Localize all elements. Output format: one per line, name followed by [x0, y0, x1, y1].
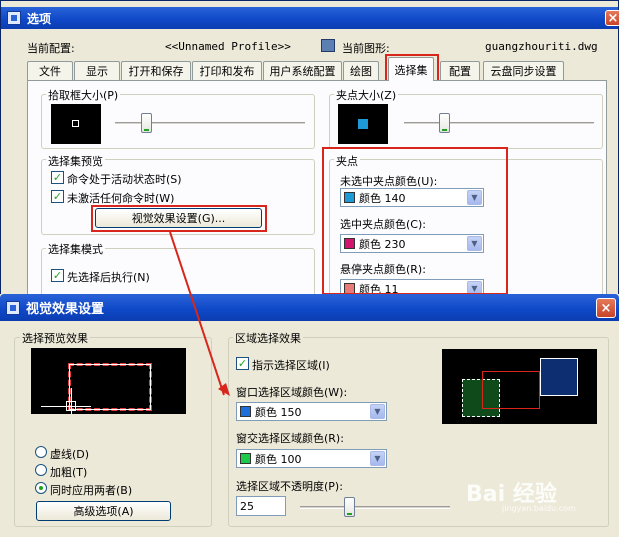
crossing-color-combo[interactable]: 颜色 100 ▼ — [236, 449, 387, 468]
indicate-area-checkbox[interactable]: ✓ — [236, 357, 249, 370]
window-color-swatch — [240, 406, 251, 417]
visual-effects-title: 视觉效果设置 — [26, 302, 105, 317]
tab-files[interactable]: 文件 — [27, 61, 73, 80]
window-color-label: 窗口选择区域颜色(W): — [236, 386, 348, 399]
chevron-down-icon[interactable]: ▼ — [370, 451, 385, 466]
noun-verb-checkbox[interactable]: ✓ — [51, 269, 64, 282]
command-active-checkbox[interactable]: ✓ — [51, 171, 64, 184]
thicken-radio[interactable] — [35, 464, 47, 476]
selection-mode-title: 选择集模式 — [46, 241, 105, 257]
gripsize-title: 夹点大小(Z) — [334, 87, 399, 103]
both-radio-label: 同时应用两者(B) — [50, 484, 133, 497]
current-config-value: <<Unnamed Profile>> — [165, 40, 291, 53]
tab-open-save[interactable]: 打开和保存 — [121, 61, 191, 80]
preview-effect-title: 选择预览效果 — [20, 330, 90, 346]
tab-drafting[interactable]: 绘图 — [343, 61, 379, 80]
crossing-color-value: 颜色 100 — [255, 452, 302, 466]
watermark-sub: jingyan.baidu.com — [502, 504, 576, 513]
area-preview-canvas — [442, 349, 597, 424]
window-color-combo[interactable]: 颜色 150 ▼ — [236, 402, 387, 421]
area-effect-title: 区域选择效果 — [233, 330, 303, 346]
visual-effects-dialog: 视觉效果设置 × 选择预览效果 虚线(D) 加粗(T) 同时应用两者(B) 高级… — [0, 294, 619, 537]
opacity-label: 选择区域不透明度(P): — [236, 480, 343, 493]
opacity-slider-thumb[interactable] — [344, 497, 355, 517]
gripsize-preview — [338, 104, 388, 144]
visual-effects-titlebar[interactable]: 视觉效果设置 — [0, 294, 619, 321]
grip-square — [358, 119, 368, 129]
preview-effect-canvas — [31, 348, 186, 414]
tab-selection[interactable]: 选择集 — [388, 57, 434, 81]
both-radio[interactable] — [35, 482, 47, 494]
current-drawing-label: 当前图形: — [342, 42, 390, 55]
pickbox-slider-thumb[interactable] — [141, 113, 152, 133]
chevron-down-icon[interactable]: ▼ — [370, 404, 385, 419]
pickbox-preview — [51, 104, 101, 144]
window-color-value: 颜色 150 — [255, 405, 302, 419]
app-icon — [7, 11, 21, 25]
gripsize-slider-track[interactable] — [404, 122, 594, 125]
tab-cloud-sync[interactable]: 云盘同步设置 — [483, 61, 564, 80]
advanced-options-button[interactable]: 高级选项(A) — [36, 501, 171, 521]
opacity-slider-track[interactable] — [300, 506, 450, 509]
thicken-radio-label: 加粗(T) — [50, 466, 88, 479]
crosshair-box — [66, 401, 76, 411]
options-dialog: 选项 × 当前配置: <<Unnamed Profile>> 当前图形: gua… — [0, 0, 619, 305]
crossing-color-swatch — [240, 453, 251, 464]
drawing-icon — [321, 39, 335, 52]
gripsize-slider-thumb[interactable] — [439, 113, 450, 133]
current-config-label: 当前配置: — [27, 42, 75, 55]
options-close-button[interactable]: × — [605, 10, 619, 26]
visual-effects-highlight — [91, 205, 267, 232]
window-area-rect — [482, 371, 540, 409]
opacity-input[interactable]: 25 — [236, 496, 286, 516]
options-titlebar[interactable]: 选项 — [1, 7, 618, 29]
tab-user-preferences[interactable]: 用户系统配置 — [263, 61, 342, 80]
visual-effects-close-button[interactable]: × — [596, 298, 616, 318]
noun-verb-label: 先选择后执行(N) — [67, 271, 150, 284]
pickbox-title: 拾取框大小(P) — [46, 87, 121, 103]
no-command-checkbox[interactable]: ✓ — [51, 190, 64, 203]
command-active-label: 命令处于活动状态时(S) — [67, 173, 182, 186]
pickbox-square — [72, 120, 79, 127]
tab-profiles[interactable]: 配置 — [440, 61, 480, 80]
options-title: 选项 — [27, 11, 52, 26]
tab-display[interactable]: 显示 — [74, 61, 120, 80]
app-icon — [6, 300, 20, 315]
no-command-label: 未激活任何命令时(W) — [67, 192, 175, 205]
tab-plot-publish[interactable]: 打印和发布 — [192, 61, 262, 80]
dashed-preview-rect — [68, 363, 152, 411]
dashed-radio-label: 虚线(D) — [50, 448, 90, 461]
indicate-area-label: 指示选择区域(I) — [252, 359, 330, 372]
preview-title: 选择集预览 — [46, 153, 105, 169]
grips-highlight — [322, 147, 508, 295]
dashed-radio[interactable] — [35, 446, 47, 458]
crossing-color-label: 窗交选择区域颜色(R): — [236, 432, 344, 445]
current-drawing-value: guangzhouriti.dwg — [485, 40, 598, 53]
window-select-rect — [540, 358, 578, 396]
